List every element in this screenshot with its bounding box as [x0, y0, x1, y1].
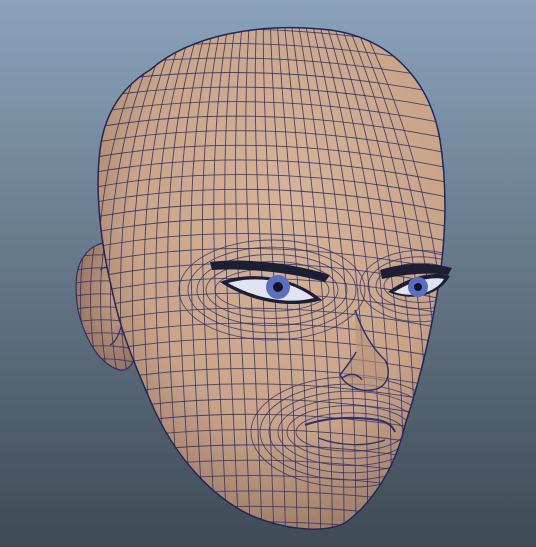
- viewport-3d[interactable]: [0, 0, 536, 547]
- viewport-canvas[interactable]: [0, 0, 536, 547]
- right-pupil: [414, 283, 422, 291]
- left-pupil: [273, 282, 283, 292]
